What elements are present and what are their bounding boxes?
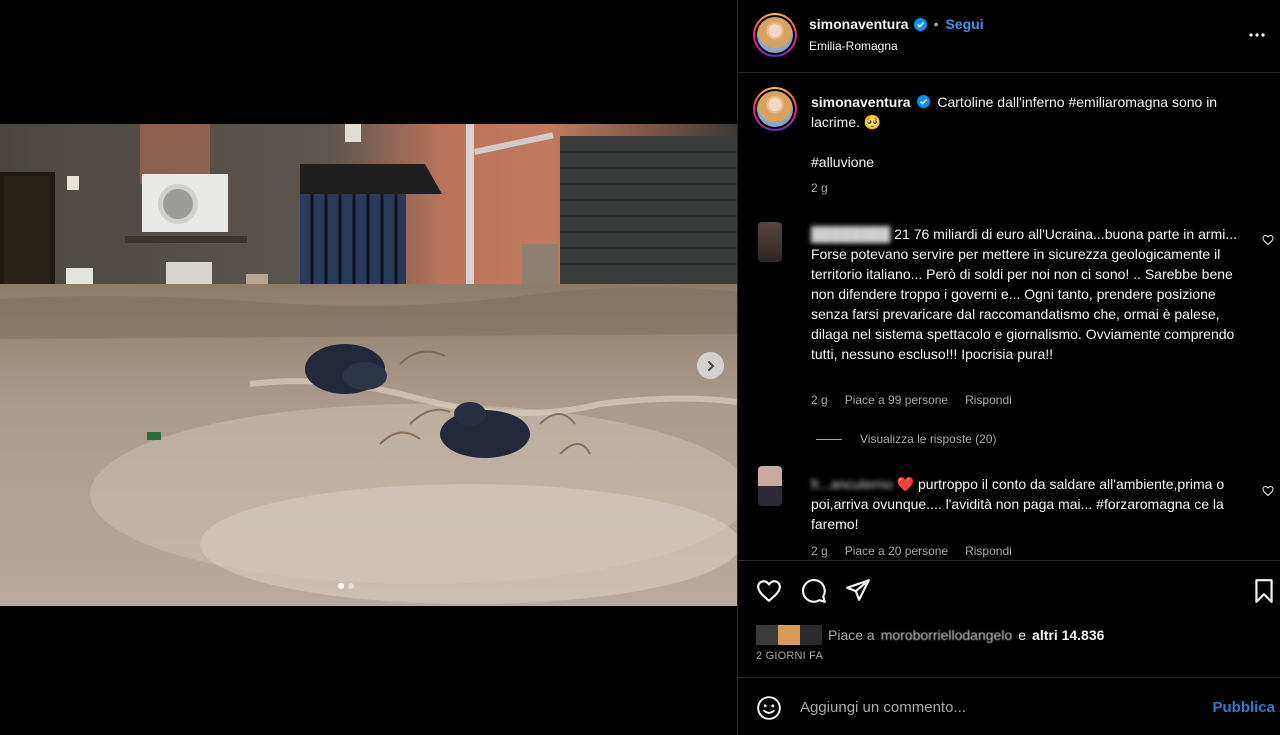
likes-others[interactable]: altri 14.836 [1032,627,1104,643]
likes-summary: Piace a moroborriellodangelo e altri 14.… [756,625,1104,645]
comment-2-meta: 2 g Piace a 20 persone Rispondi [811,544,1012,558]
author-line: simonaventura • Segui [809,16,984,32]
caption-text-block: simonaventura Cartoline dall'inferno #em… [811,92,1266,132]
post-header: simonaventura • Segui Emilia-Romagna [738,0,1280,73]
liker-avatars [756,625,822,645]
more-options-icon[interactable] [1247,25,1267,45]
add-comment-bar: Pubblica [738,677,1280,735]
post-time-ago[interactable]: 2 GIORNI FA [756,650,823,662]
header-separator: • [933,16,939,32]
commenter-avatar[interactable] [758,466,782,506]
caption-time[interactable]: 2 g [811,181,828,195]
post-actions: Piace a moroborriellodangelo e altri 14.… [738,560,1280,677]
comments-list[interactable]: simonaventura Cartoline dall'inferno #em… [738,74,1280,560]
commenter-username[interactable]: fr...ancuterno [811,476,893,492]
likes-prefix: Piace a [828,627,875,643]
comment-1-reply[interactable]: Rispondi [965,393,1012,407]
publish-button[interactable]: Pubblica [1212,699,1275,716]
chevron-right-icon [707,360,714,371]
carousel-dot-active [338,583,344,589]
comment-1-body: Forse potevano servire per mettere in si… [811,246,1235,362]
flood-photo[interactable] [0,124,737,606]
carousel-dot [348,583,354,589]
comment-2-likes[interactable]: Piace a 20 persone [845,544,948,558]
comment-like-heart-icon[interactable] [1262,485,1274,497]
view-replies-button[interactable]: Visualizza le risposte (20) [816,432,997,446]
comment-1-first-line: 21 76 miliardi di euro all'Ucraina...buo… [894,226,1237,242]
commenter-username[interactable]: ████████ [811,226,890,242]
caption-username[interactable]: simonaventura [811,94,911,110]
post-media-area [0,0,737,735]
comment-1-text: ████████ 21 76 miliardi di euro all'Ucra… [811,224,1241,364]
comment-1-likes[interactable]: Piace a 99 persone [845,393,948,407]
caption-meta: 2 g [811,181,828,195]
commenter-avatar[interactable] [758,222,782,262]
comment-1-meta: 2 g Piace a 99 persone Rispondi [811,393,1012,407]
post-side-panel: simonaventura • Segui Emilia-Romagna sim… [737,0,1280,735]
carousel-dots [338,583,354,589]
verified-badge-icon [917,95,931,108]
smiley-icon[interactable] [756,695,782,721]
comment-like-heart-icon[interactable] [1262,234,1274,246]
comment-2-emoji: ❤️ [896,476,915,492]
likes-user[interactable]: moroborriellodangelo [881,627,1013,643]
verified-badge-icon [913,17,927,31]
author-avatar[interactable] [753,13,797,57]
comment-input[interactable] [800,695,1200,719]
follow-button[interactable]: Segui [946,16,984,32]
comment-2-text: fr...ancuterno ❤️ purtroppo il conto da … [811,474,1241,534]
caption-avatar[interactable] [753,87,797,131]
post-location[interactable]: Emilia-Romagna [809,39,898,53]
caption-hashtag[interactable]: #alluvione [811,152,874,172]
caption-emoji: 🥺 [863,114,882,130]
bookmark-icon[interactable] [1251,578,1277,604]
author-username[interactable]: simonaventura [809,16,909,32]
view-replies-label: Visualizza le risposte (20) [860,432,997,446]
next-slide-button[interactable] [697,352,724,379]
comment-1-time[interactable]: 2 g [811,393,828,407]
paper-plane-icon[interactable] [845,577,871,603]
comment-bubble-icon[interactable] [801,578,827,604]
heart-icon[interactable] [756,578,782,604]
comment-2-time[interactable]: 2 g [811,544,828,558]
likes-joiner: e [1018,627,1027,643]
comment-2-reply[interactable]: Rispondi [965,544,1012,558]
